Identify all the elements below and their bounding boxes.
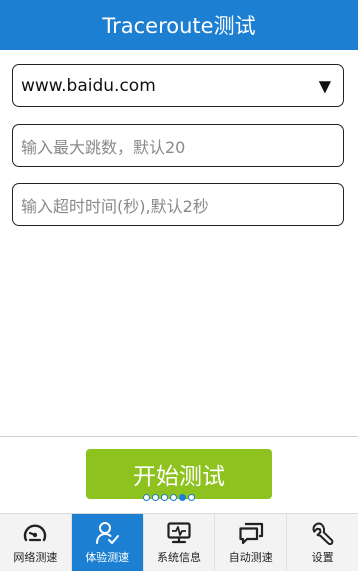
tab-network-speed[interactable]: 网络测速 — [0, 514, 72, 571]
timeout-placeholder: 输入超时时间(秒),默认2秒 — [21, 196, 209, 216]
page-dot — [188, 494, 195, 501]
user-check-icon — [93, 520, 121, 546]
host-select[interactable]: www.baidu.com ▼ — [12, 64, 344, 107]
tab-system-info[interactable]: 系统信息 — [143, 514, 216, 571]
start-test-button[interactable]: 开始测试 — [86, 449, 272, 499]
tab-settings[interactable]: 设置 — [287, 514, 358, 571]
tab-label: 网络测速 — [13, 551, 58, 564]
start-test-label: 开始测试 — [133, 464, 225, 490]
tab-label: 体验测速 — [85, 551, 130, 564]
dropdown-arrow-icon[interactable]: ▼ — [319, 76, 331, 95]
max-hops-input[interactable]: 输入最大跳数，默认20 — [12, 124, 344, 167]
tab-label: 系统信息 — [156, 551, 201, 564]
timeout-input[interactable]: 输入超时时间(秒),默认2秒 — [12, 183, 344, 226]
chat-bubbles-icon — [237, 520, 265, 546]
page-dot — [170, 494, 177, 501]
page-dot — [143, 494, 150, 501]
tab-experience-speed[interactable]: 体验测速 — [71, 514, 144, 571]
tab-label: 设置 — [311, 551, 334, 564]
divider — [0, 436, 358, 437]
title-bar: Traceroute测试 — [0, 0, 358, 50]
speedometer-icon — [21, 520, 49, 546]
host-select-value: www.baidu.com — [21, 75, 156, 96]
page-title: Traceroute测试 — [102, 14, 256, 38]
bottom-tab-bar: 网络测速 体验测速 系统信息 自动测速 设置 — [0, 513, 358, 571]
page-dot — [179, 494, 186, 501]
page-dot — [161, 494, 168, 501]
tab-label: 自动测速 — [228, 551, 273, 564]
tab-auto-speed[interactable]: 自动测速 — [215, 514, 288, 571]
monitor-icon — [165, 520, 193, 546]
page-indicator — [143, 494, 195, 501]
wrench-icon — [309, 520, 337, 546]
page-dot — [152, 494, 159, 501]
max-hops-placeholder: 输入最大跳数，默认20 — [21, 137, 186, 157]
